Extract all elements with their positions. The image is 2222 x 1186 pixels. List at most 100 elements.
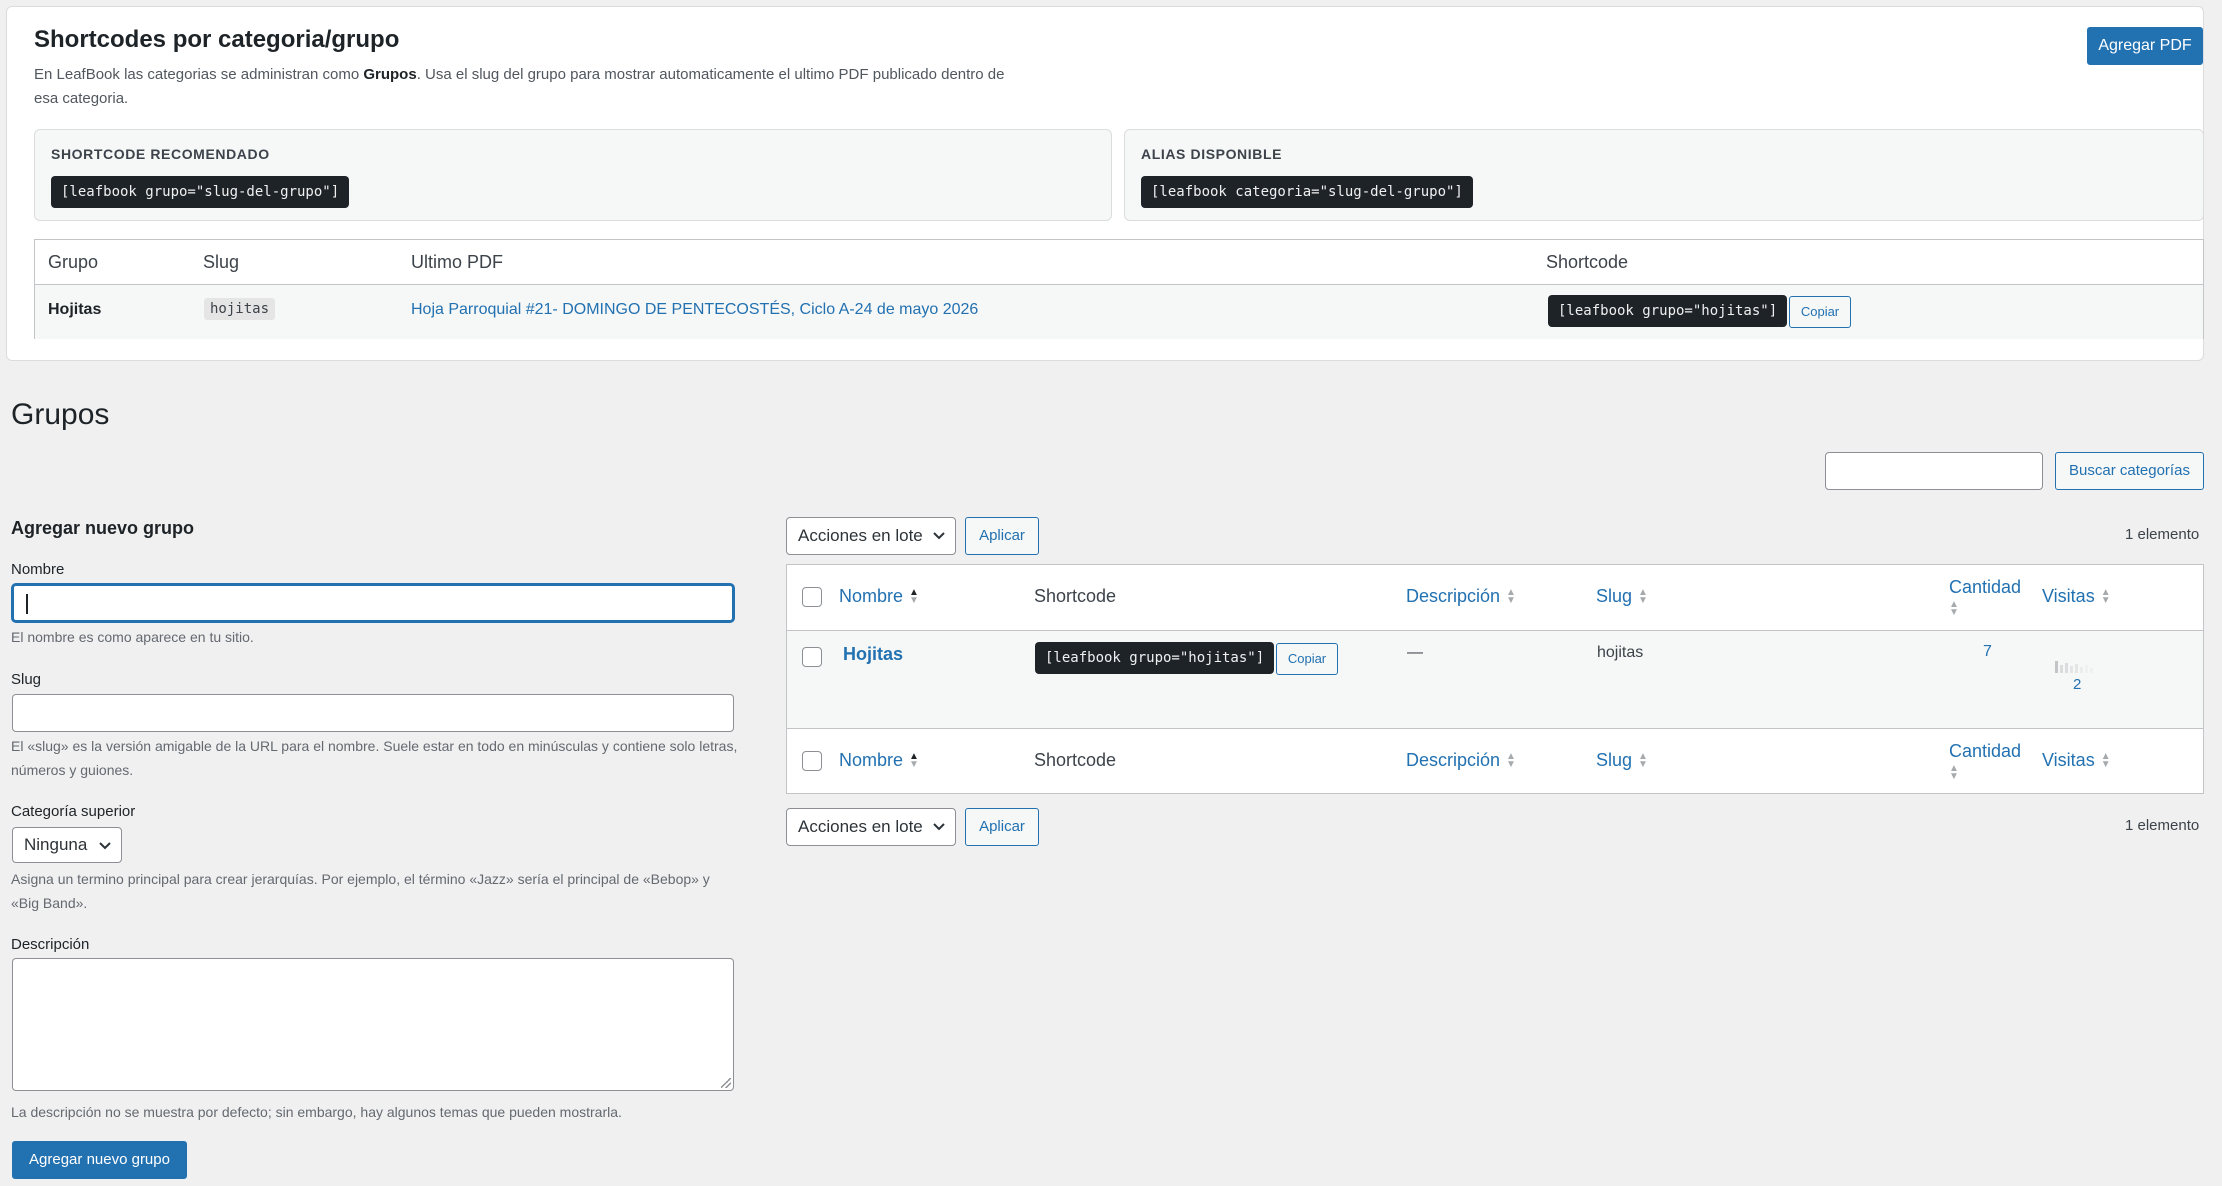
item-count-top: 1 elemento — [2125, 526, 2200, 543]
column-cantidad-label: Cantidad — [1949, 577, 2022, 597]
group-visits-link[interactable]: 2 — [2073, 676, 2081, 693]
sort-icon: ▲ ▼ — [2100, 751, 2111, 771]
group-shortcode[interactable]: [leafbook grupo="hojitas"] — [1035, 642, 1275, 674]
page-title: Grupos — [11, 398, 110, 431]
column-cantidad-label: Cantidad — [1949, 741, 2022, 761]
header-slug: Slug — [203, 252, 240, 272]
list-header: Nombre ▲ ▼ Shortcode Descripción ▲ ▼ Slug ▲ ▼ … — [787, 565, 2203, 631]
bulk-actions-value: Acciones en lote — [798, 817, 923, 836]
parent-category-value: Ninguna — [24, 835, 88, 854]
sort-icon: ▲ ▼ — [1949, 599, 1959, 619]
table-row: Hojitas hojitas Hoja Parroquial #21- DOM… — [35, 285, 2203, 339]
panel-description: En LeafBook las categorias se administra… — [34, 63, 1014, 111]
header-grupo: Grupo — [48, 252, 99, 272]
row-shortcode[interactable]: [leafbook grupo="hojitas"] — [1548, 295, 1788, 327]
column-nombre-label: Nombre — [839, 750, 904, 770]
select-all-checkbox-bottom[interactable] — [802, 751, 822, 771]
bulk-actions-select-top[interactable]: Acciones en lote — [786, 517, 956, 555]
recommended-label: SHORTCODE RECOMENDADO — [51, 146, 270, 162]
column-descripcion-label: Descripción — [1406, 586, 1501, 606]
sort-icon: ▲ ▼ — [1506, 751, 1516, 771]
bulk-actions-value: Acciones en lote — [798, 526, 923, 545]
row-slug: hojitas — [204, 298, 276, 320]
panel-desc-text-1: En LeafBook las categorias se administra… — [34, 66, 364, 83]
column-nombre[interactable]: Nombre ▲ ▼ — [839, 586, 921, 607]
row-checkbox[interactable] — [802, 647, 822, 667]
parent-category-label: Categoría superior — [11, 803, 136, 820]
sort-icon: ▲ ▼ — [909, 751, 919, 771]
slug-label: Slug — [11, 671, 42, 688]
visits-sparkline-icon — [2055, 661, 2093, 673]
nombre-label: Nombre — [11, 561, 65, 578]
group-slug: hojitas — [1597, 644, 1644, 661]
panel-title: Shortcodes por categoria/grupo — [34, 26, 400, 53]
chevron-down-icon — [932, 810, 946, 858]
search-input[interactable] — [1825, 452, 2043, 490]
add-pdf-button[interactable]: Agregar PDF — [2087, 27, 2203, 65]
alias-shortcode[interactable]: [leafbook categoria="slug-del-grupo"] — [1141, 176, 1473, 208]
column-cantidad[interactable]: Cantidad ▲ ▼ — [1949, 577, 2029, 619]
nombre-input[interactable] — [12, 584, 734, 622]
description-hint: La descripción no se muestra por defecto… — [11, 1104, 622, 1120]
groups-shortcode-table: Grupo Slug Ultimo PDF Shortcode Hojitas … — [34, 239, 2204, 339]
description-textarea[interactable] — [12, 958, 734, 1091]
row-grupo: Hojitas — [48, 301, 102, 318]
header-shortcode: Shortcode — [1546, 252, 1629, 272]
copy-shortcode-button[interactable]: Copiar — [1276, 643, 1338, 675]
column-descripcion-label: Descripción — [1406, 750, 1501, 770]
column-nombre-footer[interactable]: Nombre ▲ ▼ — [839, 750, 921, 771]
slug-hint: El «slug» es la versión amigable de la U… — [11, 738, 738, 778]
item-count-bottom: 1 elemento — [2125, 817, 2200, 834]
column-visitas-label: Visitas — [2042, 750, 2095, 770]
sort-icon: ▲ ▼ — [1638, 751, 1648, 771]
column-nombre-label: Nombre — [839, 586, 904, 606]
apply-button-bottom[interactable]: Aplicar — [965, 808, 1039, 846]
recommended-shortcode-box: SHORTCODE RECOMENDADO [leafbook grupo="s… — [34, 129, 1112, 221]
recommended-shortcode[interactable]: [leafbook grupo="slug-del-grupo"] — [51, 176, 350, 208]
select-all-checkbox[interactable] — [802, 587, 822, 607]
copy-shortcode-button[interactable]: Copiar — [1789, 296, 1851, 328]
group-description: — — [1407, 644, 1423, 661]
alias-shortcode-box: ALIAS DISPONIBLE [leafbook categoria="sl… — [1124, 129, 2204, 221]
column-visitas-footer[interactable]: Visitas ▲ ▼ — [2042, 750, 2113, 771]
sort-icon: ▲ ▼ — [909, 587, 919, 607]
column-slug[interactable]: Slug ▲ ▼ — [1596, 586, 1650, 607]
search-categories-button[interactable]: Buscar categorías — [2055, 452, 2204, 490]
parent-category-select[interactable]: Ninguna — [12, 827, 122, 863]
group-count-link[interactable]: 7 — [1983, 643, 1992, 661]
column-slug-footer[interactable]: Slug ▲ ▼ — [1596, 750, 1650, 771]
alias-label: ALIAS DISPONIBLE — [1141, 146, 1283, 162]
description-label: Descripción — [11, 936, 90, 953]
bulk-actions-select-bottom[interactable]: Acciones en lote — [786, 808, 956, 846]
slug-input[interactable] — [12, 694, 734, 732]
column-slug-label: Slug — [1596, 586, 1633, 606]
panel-desc-bold: Grupos — [363, 66, 417, 83]
groups-list-table: Nombre ▲ ▼ Shortcode Descripción ▲ ▼ Slug ▲ ▼ … — [786, 564, 2204, 794]
parent-category-hint: Asigna un termino principal para crear j… — [11, 871, 710, 911]
sort-icon: ▲ ▼ — [1506, 587, 1516, 607]
group-name-link[interactable]: Hojitas — [843, 644, 903, 665]
chevron-down-icon — [932, 519, 946, 567]
column-descripcion[interactable]: Descripción ▲ ▼ — [1406, 586, 1518, 607]
column-slug-label: Slug — [1596, 750, 1633, 770]
column-visitas[interactable]: Visitas ▲ ▼ — [2042, 586, 2113, 607]
column-shortcode: Shortcode — [1034, 586, 1117, 606]
sort-icon: ▲ ▼ — [1638, 587, 1648, 607]
latest-pdf-link[interactable]: Hoja Parroquial #21- DOMINGO DE PENTECOS… — [411, 301, 978, 319]
column-descripcion-footer[interactable]: Descripción ▲ ▼ — [1406, 750, 1518, 771]
table-row: Hojitas [leafbook grupo="hojitas"] Copia… — [787, 631, 2203, 728]
add-group-submit-button[interactable]: Agregar nuevo grupo — [12, 1141, 187, 1179]
header-ultimo-pdf: Ultimo PDF — [411, 252, 504, 272]
sort-icon: ▲ ▼ — [1949, 763, 1959, 783]
sort-icon: ▲ ▼ — [2100, 587, 2111, 607]
column-shortcode-footer: Shortcode — [1034, 750, 1117, 770]
apply-button-top[interactable]: Aplicar — [965, 517, 1039, 555]
column-visitas-label: Visitas — [2042, 586, 2095, 606]
table-header: Grupo Slug Ultimo PDF Shortcode — [35, 240, 2203, 285]
add-group-title: Agregar nuevo grupo — [11, 518, 195, 538]
column-cantidad-footer[interactable]: Cantidad ▲ ▼ — [1949, 741, 2029, 783]
text-caret — [26, 594, 28, 614]
list-footer: Nombre ▲ ▼ Shortcode Descripción ▲ ▼ Slug ▲ ▼ … — [787, 728, 2203, 794]
nombre-hint: El nombre es como aparece en tu sitio. — [11, 629, 254, 645]
resize-grip-icon[interactable] — [721, 1078, 731, 1088]
